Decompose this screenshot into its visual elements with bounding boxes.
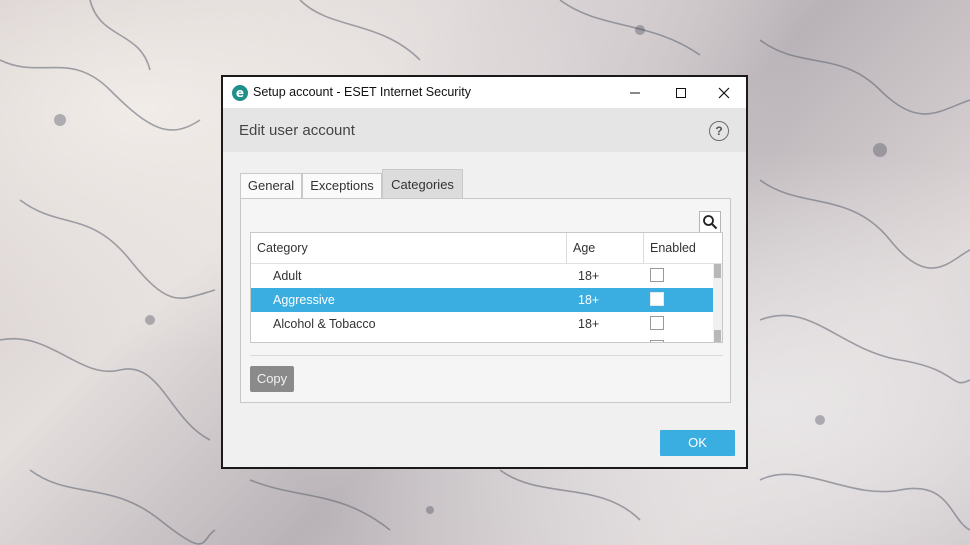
tab-general[interactable]: General	[240, 173, 302, 198]
minimize-button[interactable]	[612, 77, 658, 108]
category-cell: Alcohol & Tobacco	[273, 317, 376, 331]
table-row[interactable]: Alcohol & Tobacco 18+	[251, 312, 713, 336]
enabled-checkbox[interactable]	[650, 340, 664, 342]
table-row[interactable]: Adult 18+	[251, 264, 713, 288]
category-cell: Adult	[273, 269, 302, 283]
column-header-category[interactable]: Category	[251, 233, 567, 263]
tab-categories[interactable]: Categories	[382, 169, 463, 199]
enabled-checkbox[interactable]	[650, 268, 664, 282]
copy-button[interactable]: Copy	[250, 366, 294, 392]
table-header: Category Age Enabled	[251, 233, 722, 264]
column-header-enabled[interactable]: Enabled	[644, 233, 722, 263]
age-cell: 18+	[578, 317, 600, 331]
age-cell: 18+	[578, 293, 600, 307]
categories-table: Category Age Enabled Adult 18+ Aggressiv…	[250, 232, 723, 343]
scrollbar-thumb-bottom[interactable]	[714, 330, 721, 342]
table-scrollbar[interactable]	[713, 264, 722, 342]
page-title: Edit user account	[239, 122, 355, 139]
enabled-checkbox[interactable]	[650, 316, 664, 330]
window-title: Setup account - ESET Internet Security	[253, 85, 471, 99]
scrollbar-thumb[interactable]	[714, 264, 721, 278]
divider	[250, 355, 723, 356]
tab-exceptions[interactable]: Exceptions	[302, 173, 382, 198]
dialog-header: Edit user account ?	[223, 108, 746, 152]
table-row-partial[interactable]	[251, 336, 713, 342]
close-button[interactable]	[701, 77, 747, 108]
maximize-button[interactable]	[658, 77, 704, 108]
table-row-selected[interactable]: Aggressive 18+	[251, 288, 713, 312]
setup-account-window: e Setup account - ESET Internet Security…	[221, 75, 748, 469]
eset-logo-icon: e	[232, 85, 248, 101]
categories-panel: Category Age Enabled Adult 18+ Aggressiv…	[240, 198, 731, 403]
column-header-age[interactable]: Age	[567, 233, 644, 263]
minimize-icon	[630, 92, 640, 94]
help-icon[interactable]: ?	[709, 121, 729, 141]
search-icon	[703, 215, 718, 230]
age-cell: 18+	[578, 269, 600, 283]
enabled-checkbox[interactable]	[650, 292, 664, 306]
close-icon	[718, 87, 730, 99]
ok-button[interactable]: OK	[660, 430, 735, 456]
title-bar: e Setup account - ESET Internet Security	[223, 77, 746, 108]
search-button[interactable]	[699, 211, 721, 233]
category-cell: Aggressive	[273, 293, 335, 307]
maximize-icon	[676, 88, 686, 98]
